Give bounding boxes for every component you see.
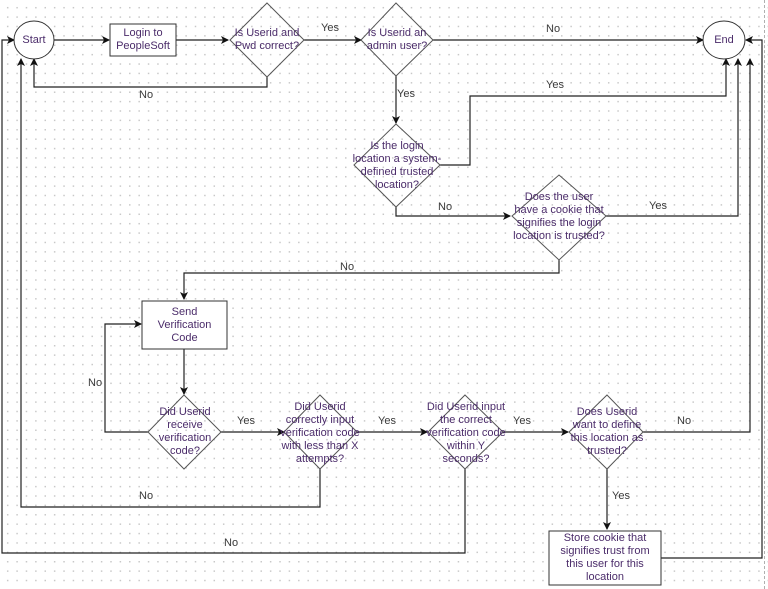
edge-cookie-send-no bbox=[180, 260, 560, 300]
admin-decision-shape[interactable] bbox=[360, 2, 434, 77]
edges bbox=[1, 36, 763, 559]
edge-label-attempts-seconds-yes: Yes bbox=[378, 415, 396, 427]
edge-attempts-start-no bbox=[17, 58, 321, 508]
edge-define-end-no bbox=[643, 58, 754, 433]
edge-pwd-start-no bbox=[30, 58, 268, 88]
nodes bbox=[13, 2, 746, 586]
edge-label-define-store-yes: Yes bbox=[612, 490, 630, 502]
edge-label-admin-end-no: No bbox=[546, 23, 561, 35]
receive-decision-shape[interactable] bbox=[147, 394, 222, 470]
edge-label-cookie-end-yes: Yes bbox=[649, 200, 667, 212]
edge-sysloc-cookie-no bbox=[395, 207, 511, 220]
pwd-decision-shape[interactable] bbox=[229, 2, 305, 78]
edge-label-admin-sysloc-yes: Yes bbox=[397, 88, 415, 100]
edge-label-attempts-start-no: No bbox=[139, 490, 154, 502]
edge-label-pwd-start-no: No bbox=[139, 89, 154, 101]
flowchart-svg bbox=[1, 2, 763, 586]
edge-label-seconds-define-yes: Yes bbox=[513, 415, 531, 427]
login-node-shape[interactable] bbox=[109, 23, 177, 57]
send-node-shape[interactable] bbox=[141, 300, 228, 350]
edge-sysloc-end-yes bbox=[440, 58, 730, 166]
edge-label-sysloc-cookie-no: No bbox=[438, 201, 453, 213]
edge-label-receive-send-no: No bbox=[88, 377, 103, 389]
edge-label-pwd-admin-yes: Yes bbox=[321, 22, 339, 34]
define-decision-shape[interactable] bbox=[568, 394, 644, 470]
edge-cookie-end-yes bbox=[606, 58, 742, 217]
edge-label-sysloc-end-yes: Yes bbox=[546, 79, 564, 91]
edge-store-end bbox=[661, 36, 763, 559]
seconds-decision-shape[interactable] bbox=[427, 394, 504, 470]
end-node-shape[interactable] bbox=[702, 20, 746, 60]
sysloc-decision-shape[interactable] bbox=[353, 123, 441, 208]
edge-label-cookie-send-no: No bbox=[340, 261, 355, 273]
edge-label-seconds-start-no: No bbox=[224, 537, 239, 549]
store-node-shape[interactable] bbox=[548, 530, 662, 586]
start-node-shape[interactable] bbox=[13, 20, 55, 60]
cookie-decision-shape[interactable] bbox=[511, 174, 607, 261]
edge-label-receive-attempts-yes: Yes bbox=[237, 415, 255, 427]
attempts-decision-shape[interactable] bbox=[283, 394, 358, 470]
edge-label-define-end-no: No bbox=[677, 415, 692, 427]
